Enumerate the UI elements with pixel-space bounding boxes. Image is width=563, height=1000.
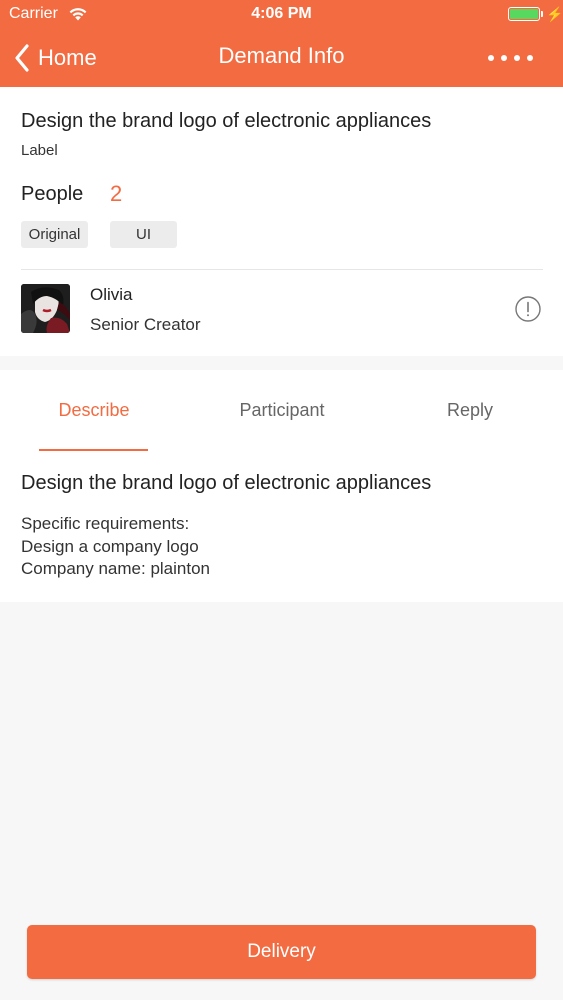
demand-card: Design the brand logo of electronic appl… bbox=[0, 87, 563, 356]
status-time: 4:06 PM bbox=[251, 5, 312, 22]
more-dots-icon bbox=[500, 55, 507, 61]
description-line: Specific requirements: bbox=[21, 514, 190, 533]
delivery-button[interactable]: Delivery bbox=[27, 925, 536, 979]
tag-original: Original bbox=[21, 221, 88, 248]
battery-icon bbox=[508, 7, 540, 21]
more-dots-icon bbox=[487, 55, 494, 61]
divider bbox=[21, 269, 543, 270]
description-title: Design the brand logo of electronic appl… bbox=[21, 472, 432, 494]
info-circle-icon[interactable] bbox=[515, 296, 541, 322]
description-line: Company name: plainton bbox=[21, 559, 211, 578]
people-label: People bbox=[21, 183, 84, 205]
demand-title: Design the brand logo of electronic appl… bbox=[21, 110, 432, 132]
user-role: Senior Creator bbox=[90, 315, 201, 334]
more-dots-icon bbox=[513, 55, 520, 61]
page-title: Demand Info bbox=[218, 43, 345, 68]
more-button[interactable] bbox=[480, 40, 540, 76]
people-count: 2 bbox=[110, 181, 123, 206]
header: Carrier 4:06 PM ⚡ Home Demand Info bbox=[0, 0, 563, 87]
user-name: Olivia bbox=[90, 285, 133, 304]
avatar-image bbox=[21, 284, 70, 333]
label-text: Label bbox=[21, 142, 58, 159]
nav-bar: Home Demand Info bbox=[0, 30, 563, 87]
status-bar: Carrier 4:06 PM ⚡ bbox=[0, 0, 563, 30]
tab-reply[interactable]: Reply bbox=[376, 400, 563, 421]
tab-describe[interactable]: Describe bbox=[0, 400, 188, 421]
tag-ui: UI bbox=[110, 221, 177, 248]
charging-bolt-icon: ⚡ bbox=[546, 6, 563, 22]
battery-fill bbox=[510, 9, 538, 19]
description-body: Specific requirements: Design a company … bbox=[21, 513, 210, 581]
active-tab-indicator bbox=[39, 449, 148, 451]
avatar[interactable] bbox=[21, 284, 70, 333]
more-dots-icon bbox=[526, 55, 533, 61]
tab-participant[interactable]: Participant bbox=[188, 400, 376, 421]
battery-tip bbox=[541, 11, 543, 17]
description-line: Design a company logo bbox=[21, 536, 199, 556]
detail-card: Describe Participant Reply Design the br… bbox=[0, 370, 563, 602]
